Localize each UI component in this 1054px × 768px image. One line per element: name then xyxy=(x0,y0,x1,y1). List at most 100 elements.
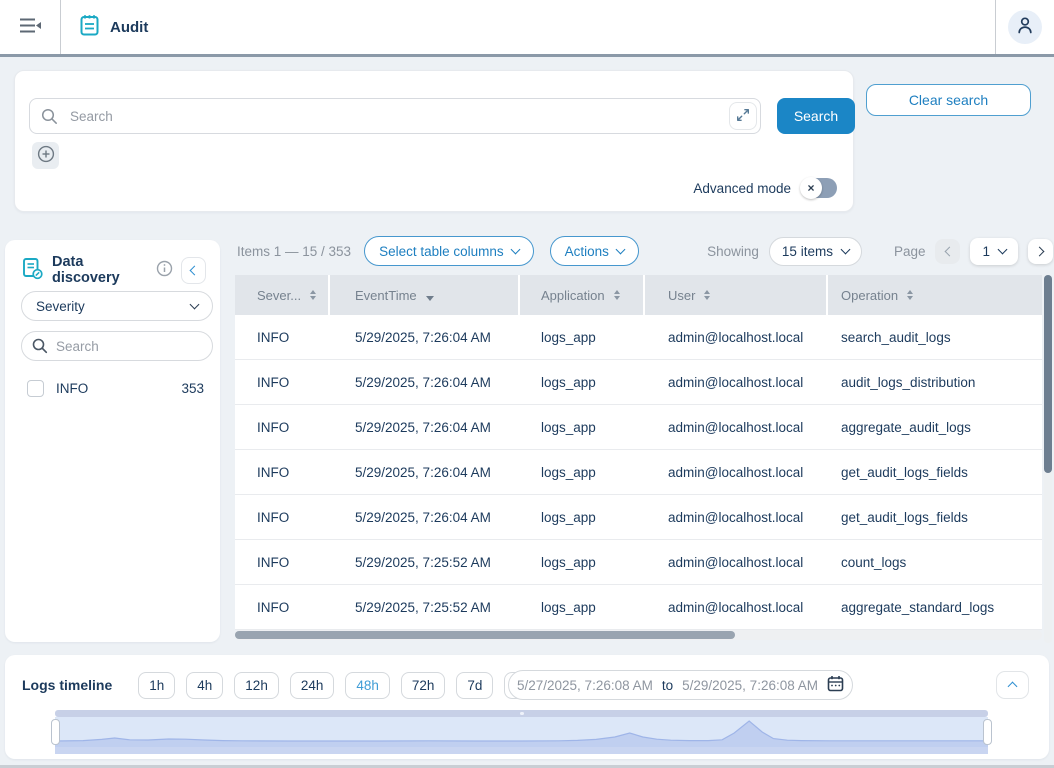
top-bar: Audit xyxy=(0,0,1054,57)
table-cell: get_audit_logs_fields xyxy=(828,495,1042,539)
range-button-24h[interactable]: 24h xyxy=(290,672,335,699)
field-selector-dropdown[interactable]: Severity xyxy=(21,291,213,321)
data-discovery-title: Data discovery xyxy=(52,254,148,286)
page-size-dropdown[interactable]: 15 items xyxy=(769,237,862,266)
chevron-down-icon xyxy=(190,300,200,310)
column-header-severity[interactable]: Sever... xyxy=(235,275,330,315)
search-icon xyxy=(32,338,48,357)
advanced-mode-toggle[interactable]: × xyxy=(801,178,837,198)
search-button[interactable]: Search xyxy=(777,98,855,134)
clear-search-button[interactable]: Clear search xyxy=(866,84,1031,116)
data-discovery-icon xyxy=(21,257,44,283)
timeline-chart[interactable] xyxy=(55,710,988,754)
facet-list: INFO353 xyxy=(5,372,220,405)
date-range-to-label: to xyxy=(662,678,673,693)
table-cell: admin@localhost.local xyxy=(645,540,828,584)
advanced-mode-row: Advanced mode × xyxy=(693,178,837,198)
sort-icon[interactable] xyxy=(614,290,620,301)
table-cell: INFO xyxy=(235,495,330,539)
collapse-timeline-button[interactable] xyxy=(996,671,1029,699)
chevron-down-icon xyxy=(615,245,625,255)
field-selector-value: Severity xyxy=(36,299,85,314)
column-label: Operation xyxy=(841,288,898,303)
actions-button[interactable]: Actions xyxy=(550,236,639,266)
table-cell: 5/29/2025, 7:26:04 AM xyxy=(330,360,520,404)
user-menu-button[interactable] xyxy=(996,0,1054,54)
column-header-operation[interactable]: Operation xyxy=(828,275,1042,315)
brush-handle-right[interactable] xyxy=(983,719,992,745)
table-cell: count_logs xyxy=(828,540,1042,584)
table-cell: INFO xyxy=(235,585,330,629)
table-header-row: Sever... EventTimeApplicationUser Operatio… xyxy=(235,275,1042,315)
range-button-48h[interactable]: 48h xyxy=(345,672,390,699)
column-header-user[interactable]: User xyxy=(645,275,828,315)
facet-item[interactable]: INFO353 xyxy=(5,372,220,405)
add-query-row-button[interactable] xyxy=(32,142,59,169)
vertical-scrollbar[interactable] xyxy=(1044,275,1052,643)
vertical-scrollbar-thumb[interactable] xyxy=(1044,275,1052,473)
date-from-value: 5/27/2025, 7:26:08 AM xyxy=(517,678,653,693)
date-range-picker[interactable]: 5/27/2025, 7:26:08 AM to 5/29/2025, 7:26… xyxy=(508,670,853,700)
sort-icon[interactable] xyxy=(310,290,316,301)
table-cell: admin@localhost.local xyxy=(645,360,828,404)
next-page-button[interactable] xyxy=(1028,239,1053,264)
column-header-application[interactable]: Application xyxy=(520,275,645,315)
table-cell: search_audit_logs xyxy=(828,315,1042,359)
chevron-down-icon xyxy=(510,245,520,255)
range-button-7d[interactable]: 7d xyxy=(456,672,493,699)
timeline-axis-strip xyxy=(55,747,988,754)
toggle-off-icon: × xyxy=(800,177,822,199)
column-header-eventtime[interactable]: EventTime xyxy=(330,275,520,315)
table-cell: 5/29/2025, 7:26:04 AM xyxy=(330,405,520,449)
app-root: Audit xyxy=(0,0,1054,768)
column-label: Sever... xyxy=(257,288,301,303)
table-cell: aggregate_audit_logs xyxy=(828,405,1042,449)
chevron-down-icon xyxy=(841,245,851,255)
pagination-group: Showing 15 items Page 1 xyxy=(707,237,1053,266)
search-input[interactable] xyxy=(29,98,761,134)
facet-checkbox[interactable] xyxy=(27,380,44,397)
table-row[interactable]: INFO5/29/2025, 7:25:52 AMlogs_appadmin@l… xyxy=(235,585,1042,630)
table-cell: logs_app xyxy=(520,360,645,404)
slider-grip-icon xyxy=(520,712,524,715)
timeline-slider-track[interactable] xyxy=(55,710,988,717)
search-panel: Search Advanced mode × xyxy=(14,70,854,212)
facet-search-input[interactable] xyxy=(21,331,213,361)
table-row[interactable]: INFO5/29/2025, 7:25:52 AMlogs_appadmin@l… xyxy=(235,540,1042,585)
select-table-columns-button[interactable]: Select table columns xyxy=(364,236,534,266)
expand-search-button[interactable] xyxy=(729,102,757,130)
timeline-title: Logs timeline xyxy=(22,677,112,693)
horizontal-scrollbar[interactable] xyxy=(235,630,1042,640)
previous-page-button[interactable] xyxy=(935,239,960,264)
range-button-72h[interactable]: 72h xyxy=(401,672,446,699)
range-button-4h[interactable]: 4h xyxy=(186,672,223,699)
sort-desc-icon[interactable] xyxy=(426,289,434,301)
table-cell: 5/29/2025, 7:26:04 AM xyxy=(330,495,520,539)
range-button-1h[interactable]: 1h xyxy=(138,672,175,699)
table-cell: INFO xyxy=(235,405,330,449)
range-button-12h[interactable]: 12h xyxy=(234,672,279,699)
table-cell: logs_app xyxy=(520,315,645,359)
showing-label: Showing xyxy=(707,244,759,259)
chevron-right-icon xyxy=(1034,246,1044,256)
table-cell: admin@localhost.local xyxy=(645,495,828,539)
sidebar-toggle-button[interactable] xyxy=(0,0,60,54)
sort-icon[interactable] xyxy=(704,290,710,301)
user-icon xyxy=(1016,16,1034,38)
page-number-dropdown[interactable]: 1 xyxy=(970,238,1018,265)
table-row[interactable]: INFO5/29/2025, 7:26:04 AMlogs_appadmin@l… xyxy=(235,360,1042,405)
chevron-left-icon xyxy=(945,246,955,256)
logs-timeline-panel: Logs timeline 1h4h12h24h48h72h7d30dtoday… xyxy=(5,655,1049,759)
table-row[interactable]: INFO5/29/2025, 7:26:04 AMlogs_appadmin@l… xyxy=(235,450,1042,495)
table-row[interactable]: INFO5/29/2025, 7:26:04 AMlogs_appadmin@l… xyxy=(235,315,1042,360)
table-row[interactable]: INFO5/29/2025, 7:26:04 AMlogs_appadmin@l… xyxy=(235,405,1042,450)
horizontal-scrollbar-thumb[interactable] xyxy=(235,631,735,639)
table-row[interactable]: INFO5/29/2025, 7:26:04 AMlogs_appadmin@l… xyxy=(235,495,1042,540)
info-icon[interactable] xyxy=(156,260,173,280)
table-cell: logs_app xyxy=(520,585,645,629)
sort-icon[interactable] xyxy=(907,290,913,301)
timeline-brush-area[interactable] xyxy=(55,717,988,747)
collapse-sidebar-button[interactable] xyxy=(181,257,206,284)
table-toolbar: Items 1 — 15 / 353 Select table columns … xyxy=(237,236,1053,266)
brush-handle-left[interactable] xyxy=(51,719,60,745)
